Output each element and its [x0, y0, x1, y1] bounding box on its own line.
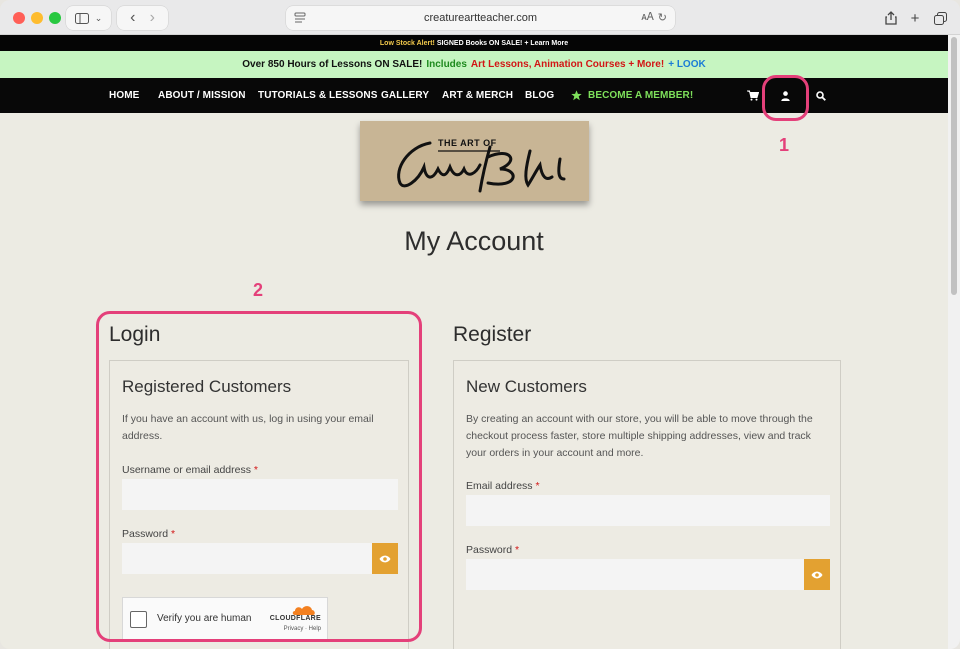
forward-button[interactable]: › — [150, 9, 155, 27]
chevron-down-icon: ⌄ — [94, 12, 103, 23]
cart-button[interactable] — [743, 78, 763, 113]
register-email-input[interactable] — [466, 495, 830, 526]
nav-about[interactable]: ABOUT / MISSION — [158, 78, 246, 113]
nav-art-merch[interactable]: ART & MERCH — [442, 78, 513, 113]
minimize-window-button[interactable] — [31, 12, 43, 24]
email-label: Email address * — [466, 480, 540, 492]
promo-part3: Art Lessons, Animation Courses + More! — [470, 59, 665, 70]
nav-gallery[interactable]: GALLERY — [381, 78, 429, 113]
share-button[interactable] — [879, 6, 903, 30]
url-text: creatureartteacher.com — [423, 12, 538, 24]
register-show-password-button[interactable] — [804, 559, 830, 590]
star-icon — [571, 90, 582, 101]
page-menu-icon — [294, 12, 306, 23]
annotation-box-account — [762, 75, 809, 121]
nav-blog[interactable]: BLOG — [525, 78, 554, 113]
register-password-label: Password * — [466, 544, 519, 556]
close-window-button[interactable] — [13, 12, 25, 24]
required-mark: * — [515, 544, 520, 556]
promo-look-link[interactable]: + LOOK — [668, 59, 706, 70]
sidebar-toggle-button[interactable]: ⌄ — [66, 6, 111, 30]
sidebar-icon — [74, 12, 89, 24]
alert-text: SIGNED Books ON SALE! + Learn More — [436, 39, 569, 47]
tabs-icon — [933, 11, 947, 25]
new-tab-button[interactable]: + — [903, 6, 927, 30]
annotation-number-2: 2 — [253, 280, 264, 300]
annotation-number-1: 1 — [779, 135, 790, 155]
back-button[interactable]: ‹ — [130, 9, 135, 27]
translate-icon[interactable]: 🗚 — [641, 11, 653, 24]
email-label-text: Email address — [466, 480, 533, 492]
nav-become-member[interactable]: BECOME A MEMBER! — [571, 78, 693, 113]
register-password-input[interactable] — [466, 559, 804, 590]
site-logo[interactable]: THE ART OF — [360, 121, 589, 201]
address-bar[interactable]: creatureartteacher.com 🗚 ↻ — [286, 6, 675, 30]
register-card: New Customers By creating an account wit… — [453, 360, 841, 649]
cart-icon — [747, 90, 759, 101]
browser-toolbar: ⌄ ‹ › creatureartteacher.com 🗚 ↻ + — [0, 0, 960, 35]
plus-icon: + — [910, 9, 920, 27]
signature-icon — [397, 141, 566, 193]
register-description: By creating an account with our store, y… — [466, 413, 813, 459]
scrollbar-thumb[interactable] — [951, 37, 957, 295]
page-title: My Account — [404, 226, 544, 256]
browser-window: ⌄ ‹ › creatureartteacher.com 🗚 ↻ + Low S… — [0, 0, 960, 649]
low-stock-alert-bar[interactable]: Low Stock Alert! SIGNED Books ON SALE! +… — [0, 35, 948, 51]
register-heading: Register — [453, 323, 532, 346]
search-icon — [816, 90, 826, 101]
eye-icon — [811, 571, 823, 578]
nav-home[interactable]: HOME — [109, 78, 139, 113]
search-button[interactable] — [811, 78, 831, 113]
nav-tutorials[interactable]: TUTORIALS & LESSONS — [258, 78, 378, 113]
required-mark: * — [535, 480, 540, 492]
register-password-label-text: Password — [466, 544, 513, 556]
promo-banner[interactable]: Over 850 Hours of Lessons ON SALE! Inclu… — [0, 51, 948, 78]
promo-part2: Includes — [426, 59, 467, 70]
annotation-box-login — [96, 311, 422, 642]
reload-icon[interactable]: ↻ — [658, 11, 667, 24]
share-icon — [885, 11, 897, 25]
zoom-window-button[interactable] — [49, 12, 61, 24]
page-scrollbar[interactable] — [948, 35, 960, 649]
history-nav: ‹ › — [117, 6, 168, 30]
promo-part1: Over 850 Hours of Lessons ON SALE! — [242, 59, 423, 70]
new-customers-title: New Customers — [466, 377, 587, 396]
member-label: BECOME A MEMBER! — [588, 90, 694, 101]
alert-lead: Low Stock Alert! — [379, 39, 435, 47]
tab-overview-button[interactable] — [928, 6, 952, 30]
